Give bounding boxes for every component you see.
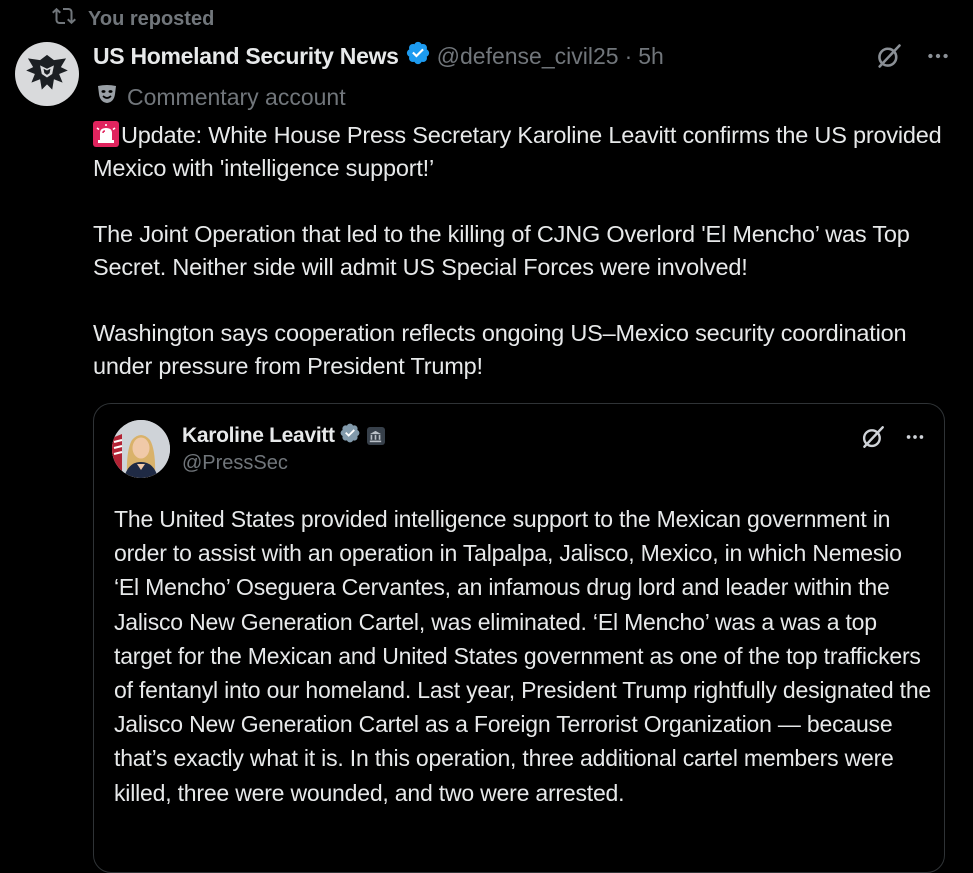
post-paragraph-1: Update: White House Press Secretary Karo… [93,122,942,181]
post-paragraph: Update: White House Press Secretary Karo… [93,119,953,185]
separator-dot: · [624,42,633,69]
post-body: Update: White House Press Secretary Karo… [93,119,953,416]
quoted-post-header: Karoline Leavitt [182,422,385,450]
post-time[interactable]: 5h [638,43,664,70]
commentary-label: Commentary account [127,83,346,110]
author-name[interactable]: US Homeland Security News [93,43,399,70]
grok-icon[interactable] [860,424,886,455]
quoted-author-handle[interactable]: @PressSec [182,452,288,475]
theater-mask-icon [95,82,119,112]
post-paragraph-3: Washington says cooperation reflects ong… [93,320,907,379]
eagle-shield-logo-icon [21,48,73,100]
repost-indicator: You reposted [52,6,214,32]
government-building-icon[interactable] [366,427,385,445]
siren-icon [93,121,119,147]
quoted-author-name[interactable]: Karoline Leavitt [182,424,335,448]
author-handle[interactable]: @defense_civil25 [437,43,619,70]
account-label[interactable]: Commentary account [95,82,346,112]
gray-verified-badge-icon[interactable] [335,422,361,450]
post-header: US Homeland Security News @defense_civil… [93,38,664,74]
quoted-post-actions [860,424,926,455]
quoted-post[interactable]: Karoline Leavitt @PressSec The United St… [93,403,945,873]
post-actions [875,42,951,70]
more-options-icon[interactable] [925,43,951,69]
portrait-photo-icon [112,420,170,478]
quoted-author-avatar[interactable] [112,420,170,478]
more-options-icon[interactable] [904,426,926,453]
repost-label: You reposted [88,7,215,30]
quoted-post-body: The United States provided intelligence … [114,506,932,806]
author-avatar[interactable] [15,42,79,106]
verified-badge-icon[interactable] [399,40,437,72]
post-paragraph-2: The Joint Operation that led to the kill… [93,221,910,280]
grok-icon[interactable] [875,42,903,70]
repost-icon [52,4,76,34]
